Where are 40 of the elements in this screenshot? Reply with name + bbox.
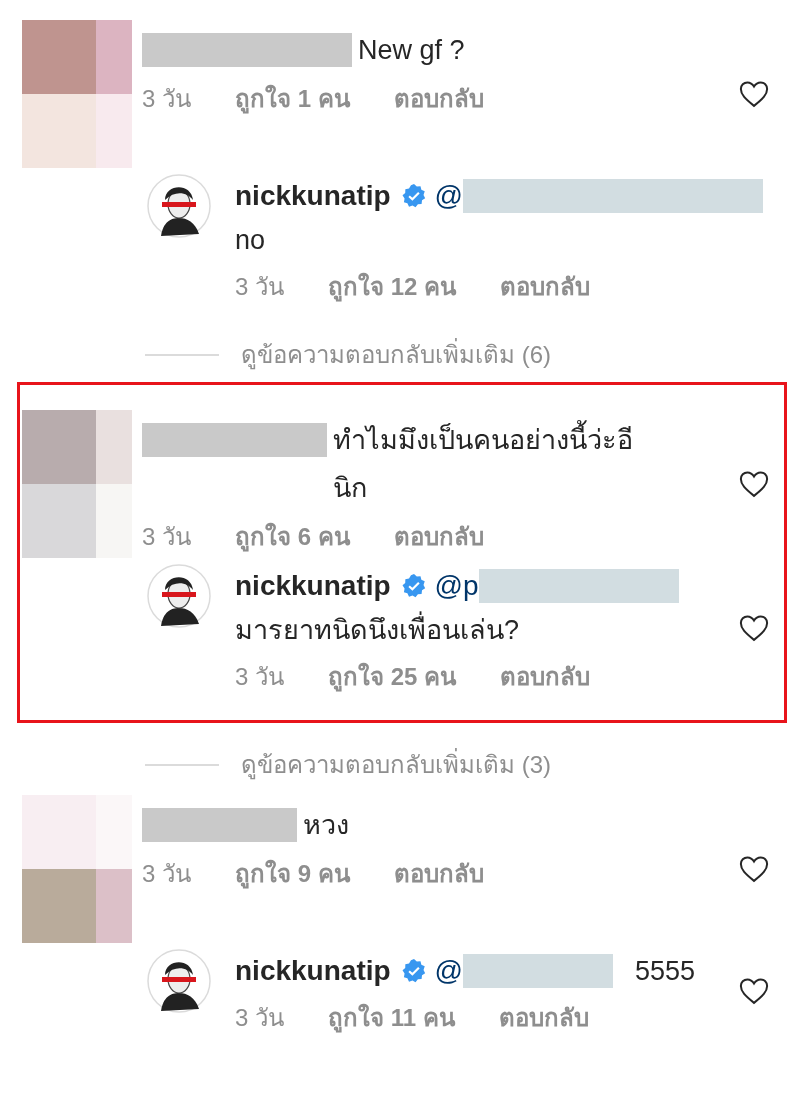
mention-link[interactable]: @ [434, 174, 464, 218]
reply-link[interactable]: ตอบกลับ [500, 662, 591, 692]
heart-icon[interactable] [739, 80, 769, 108]
comment-time: 3 วัน [235, 272, 284, 302]
reply-link[interactable]: ตอบกลับ [393, 859, 484, 889]
reply-link[interactable]: ตอบกลับ [393, 84, 484, 114]
comment-time: 3 วัน [235, 1003, 284, 1033]
likes-count-link[interactable]: ถูกใจ 9 คน [235, 859, 350, 889]
avatar-silhouette-icon[interactable] [147, 564, 211, 628]
reply-text: 5555 [635, 955, 696, 988]
view-more-replies-link[interactable]: ดูข้อความตอบกลับเพิ่มเติม (6) [241, 335, 551, 374]
comment-text: New gf ? [358, 34, 465, 67]
username[interactable]: nickkunatip [235, 174, 391, 218]
likes-count-link[interactable]: ถูกใจ 25 คน [328, 662, 457, 692]
heart-icon[interactable] [739, 614, 769, 642]
comment-time: 3 วัน [142, 84, 191, 114]
comment-time: 3 วัน [142, 859, 191, 889]
likes-count-link[interactable]: ถูกใจ 1 คน [235, 84, 350, 114]
reply-text: no [235, 224, 267, 257]
avatar-silhouette-icon[interactable] [147, 174, 211, 238]
likes-count-link[interactable]: ถูกใจ 12 คน [328, 272, 457, 302]
reply-link[interactable]: ตอบกลับ [500, 272, 591, 302]
reply-text: มารยาทนิดนึงเพื่อนเล่น? [235, 608, 702, 652]
mention-link[interactable]: @ [434, 949, 464, 993]
heart-icon[interactable] [739, 977, 769, 1005]
comment-time: 3 วัน [235, 662, 284, 692]
avatar-silhouette-icon[interactable] [147, 949, 211, 1013]
view-more-replies-link[interactable]: ดูข้อความตอบกลับเพิ่มเติม (3) [241, 745, 551, 784]
comment-time: 3 วัน [142, 522, 191, 552]
comment-text: หวง [303, 809, 349, 842]
likes-count-link[interactable]: ถูกใจ 11 คน [328, 1003, 455, 1033]
reply-link[interactable]: ตอบกลับ [393, 522, 484, 552]
reply-link[interactable]: ตอบกลับ [498, 1003, 589, 1033]
mention-link[interactable]: @p [434, 564, 479, 608]
comment-text: ทำไมมึงเป็นคนอย่างนี้ว่ะอีนิก [333, 416, 643, 512]
likes-count-link[interactable]: ถูกใจ 6 คน [235, 522, 350, 552]
heart-icon[interactable] [739, 855, 769, 883]
username[interactable]: nickkunatip [235, 564, 391, 608]
username[interactable]: nickkunatip [235, 949, 391, 993]
heart-icon[interactable] [739, 470, 769, 498]
